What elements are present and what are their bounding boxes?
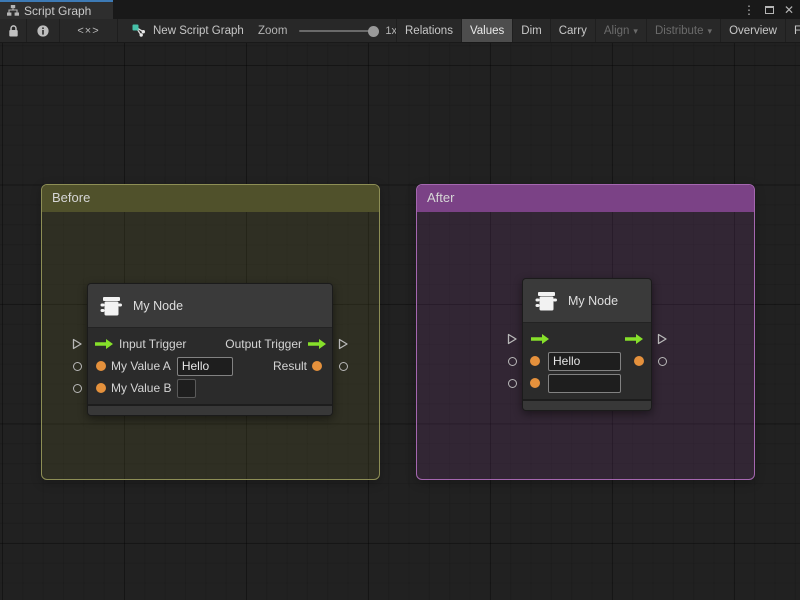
code-view-button[interactable]: <×> <box>60 19 118 42</box>
toolbar: <×> New Script Graph Zoom 1x Relations V… <box>0 19 800 43</box>
lock-icon <box>7 24 20 38</box>
outer-value-a-port[interactable] <box>506 355 518 367</box>
window-controls: ⋮ ✕ <box>742 0 796 19</box>
input-trigger-port-icon[interactable] <box>530 333 550 345</box>
node-header[interactable]: My Node <box>88 284 332 328</box>
trigger-row <box>523 328 651 350</box>
outer-value-b-port[interactable] <box>506 377 518 389</box>
result-label: Result <box>273 359 307 373</box>
graph-title-area: New Script Graph <box>132 19 244 42</box>
value-a-row: My Value A Result <box>88 355 332 377</box>
zoom-slider[interactable] <box>299 30 377 32</box>
node-footer <box>88 404 332 415</box>
value-b-row: My Value B <box>88 377 332 399</box>
maximize-icon[interactable] <box>762 2 776 18</box>
input-trigger-port-icon[interactable] <box>94 338 114 350</box>
node-body <box>523 323 651 399</box>
script-graph-window: Script Graph ⋮ ✕ <×> <box>0 0 800 600</box>
zoom-control: Zoom 1x <box>258 19 397 42</box>
node-title: My Node <box>568 294 618 308</box>
close-icon[interactable]: ✕ <box>782 2 796 18</box>
tab-script-graph[interactable]: Script Graph <box>0 0 113 19</box>
outer-value-b-port[interactable] <box>71 382 83 394</box>
script-graph-icon <box>132 24 146 37</box>
zoom-label: Zoom <box>258 25 287 37</box>
result-port-icon[interactable] <box>312 361 322 371</box>
input-trigger-label: Input Trigger <box>119 337 186 351</box>
node-title: My Node <box>133 299 183 313</box>
value-a-row <box>523 350 651 372</box>
output-trigger-port-icon[interactable] <box>624 333 644 345</box>
tab-label: Script Graph <box>24 4 91 18</box>
dim-button[interactable]: Dim <box>512 19 549 42</box>
chevron-down-icon: ▾ <box>633 26 638 37</box>
outer-input-trigger-port[interactable] <box>506 333 518 345</box>
value-a-label: My Value A <box>111 359 171 373</box>
value-b-row <box>523 372 651 394</box>
unit-node-icon <box>98 294 124 318</box>
outer-output-trigger-port[interactable] <box>337 338 349 350</box>
graph-tree-icon <box>7 5 19 16</box>
node-body: Input Trigger Output Trigger My Value A … <box>88 328 332 404</box>
value-b-port-icon[interactable] <box>96 383 106 393</box>
value-a-port-icon[interactable] <box>530 356 540 366</box>
graph-canvas[interactable]: Before After My Node <box>0 43 800 600</box>
outer-output-trigger-port[interactable] <box>656 333 668 345</box>
values-button[interactable]: Values <box>461 19 512 42</box>
value-b-input[interactable] <box>548 374 621 393</box>
outer-result-port[interactable] <box>656 355 668 367</box>
info-icon <box>36 24 50 38</box>
value-b-input[interactable] <box>177 379 196 398</box>
output-trigger-port-icon[interactable] <box>307 338 327 350</box>
distribute-dropdown[interactable]: Distribute ▾ <box>646 19 720 42</box>
outer-value-a-port[interactable] <box>71 360 83 372</box>
overview-button[interactable]: Overview <box>720 19 785 42</box>
node-my-node-before[interactable]: My Node Input Trigger Out <box>87 283 333 416</box>
tab-bar: Script Graph ⋮ ✕ <box>0 0 800 19</box>
align-dropdown[interactable]: Align ▾ <box>595 19 646 42</box>
group-after-header[interactable]: After <box>417 185 754 212</box>
graph-title-label: New Script Graph <box>153 25 244 37</box>
result-port-icon[interactable] <box>634 356 644 366</box>
value-b-port-icon[interactable] <box>530 378 540 388</box>
outer-result-port[interactable] <box>337 360 349 372</box>
code-view-icon: <×> <box>77 25 99 37</box>
trigger-row: Input Trigger Output Trigger <box>88 333 332 355</box>
chevron-down-icon: ▾ <box>708 26 713 37</box>
output-trigger-label: Output Trigger <box>225 337 302 351</box>
group-before-header[interactable]: Before <box>42 185 379 212</box>
value-a-port-icon[interactable] <box>96 361 106 371</box>
carry-button[interactable]: Carry <box>550 19 595 42</box>
fullscreen-button[interactable]: Full Screen <box>785 19 800 42</box>
node-header[interactable]: My Node <box>523 279 651 323</box>
value-b-label: My Value B <box>111 381 171 395</box>
node-footer <box>523 399 651 410</box>
node-my-node-after[interactable]: My Node <box>522 278 652 411</box>
zoom-slider-handle[interactable] <box>368 26 379 37</box>
value-a-input[interactable] <box>548 352 621 371</box>
outer-input-trigger-port[interactable] <box>71 338 83 350</box>
value-a-input[interactable] <box>177 357 233 376</box>
window-menu-icon[interactable]: ⋮ <box>742 2 756 18</box>
lock-button[interactable] <box>0 19 27 42</box>
relations-button[interactable]: Relations <box>396 19 461 42</box>
unit-node-icon <box>533 289 559 313</box>
info-button[interactable] <box>27 19 60 42</box>
toolbar-toggles: Relations Values Dim Carry Align ▾ Distr… <box>396 19 800 42</box>
